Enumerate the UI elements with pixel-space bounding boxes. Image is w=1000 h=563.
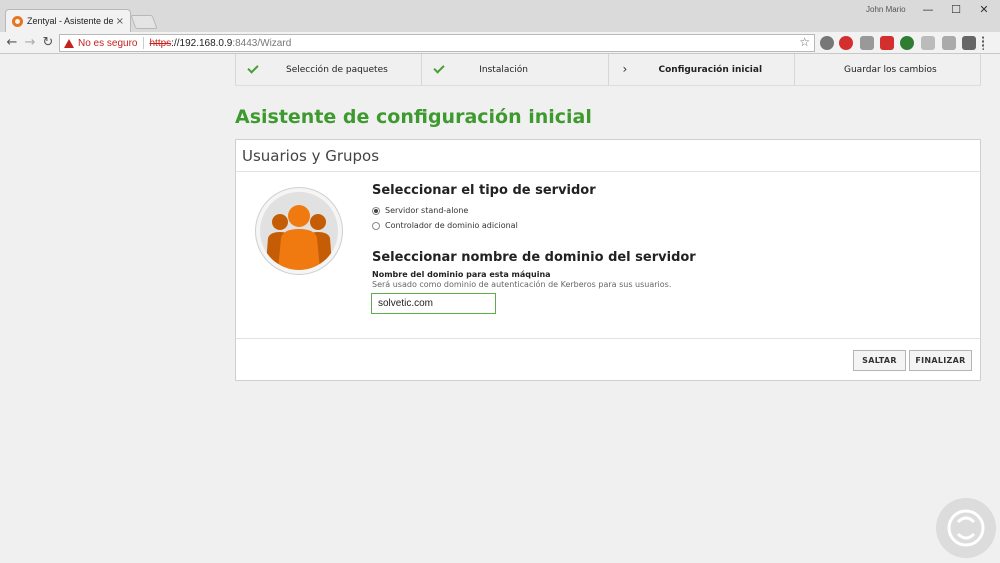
security-status[interactable]: No es seguro — [78, 38, 137, 49]
browser-titlebar: Zentyal - Asistente de co × John Mario —… — [0, 0, 1000, 32]
server-type-title: Seleccionar el tipo de servidor — [372, 183, 596, 198]
browser-tab[interactable]: Zentyal - Asistente de co × — [5, 9, 131, 32]
skip-button[interactable]: SALTAR — [853, 350, 906, 371]
panel-title: Usuarios y Grupos — [236, 140, 980, 172]
reload-icon[interactable]: ↻ — [40, 34, 56, 52]
url-host: ://192.168.0.9 — [171, 37, 233, 49]
step-save-changes: Guardar los cambios — [795, 54, 981, 85]
step-initial-configuration: › Configuración inicial — [609, 54, 795, 85]
radio-label: Controlador de dominio adicional — [385, 221, 518, 230]
extension-icon[interactable] — [921, 36, 935, 50]
extension-icon[interactable] — [880, 36, 894, 50]
domain-name-title: Seleccionar nombre de dominio del servid… — [372, 250, 696, 265]
user-group-icon — [256, 188, 342, 274]
check-icon — [248, 63, 258, 73]
extension-icon[interactable] — [900, 36, 914, 50]
domain-field-label: Nombre del dominio para esta máquina — [372, 270, 551, 279]
minimize-icon[interactable]: — — [918, 2, 938, 18]
tab-close-icon[interactable]: × — [116, 16, 124, 27]
panel-divider — [236, 338, 980, 339]
address-separator — [143, 37, 145, 49]
extension-icon[interactable] — [820, 36, 834, 50]
menu-icon[interactable] — [982, 36, 986, 50]
url-protocol: https — [149, 37, 172, 49]
finish-button[interactable]: FINALIZAR — [909, 350, 972, 371]
page-title: Asistente de configuración inicial — [235, 106, 592, 128]
radio-button[interactable] — [372, 221, 380, 230]
step-label: Configuración inicial — [658, 64, 763, 75]
server-type-option-additional-dc[interactable]: Controlador de dominio adicional — [372, 221, 518, 230]
tab-title: Zentyal - Asistente de co — [27, 16, 113, 26]
extension-icon[interactable] — [962, 36, 976, 50]
step-label: Selección de paquetes — [286, 64, 388, 75]
extension-icon[interactable] — [860, 36, 874, 50]
back-icon[interactable]: ← — [4, 34, 20, 52]
users-groups-panel: Usuarios y Grupos Seleccionar el tipo de… — [235, 139, 981, 381]
step-package-selection: Selección de paquetes — [235, 54, 423, 85]
solvetic-logo — [936, 498, 996, 558]
domain-name-input[interactable] — [371, 293, 496, 314]
new-tab-button[interactable] — [130, 15, 158, 29]
address-bar[interactable]: No es seguro https ://192.168.0.9 :8443/… — [59, 34, 815, 52]
radio-button[interactable] — [372, 206, 380, 215]
check-icon — [434, 63, 444, 73]
domain-field-help: Será usado como dominio de autenticación… — [372, 280, 672, 289]
extension-icon[interactable] — [942, 36, 956, 50]
step-label: Instalación — [479, 64, 529, 75]
chevron-right-icon: › — [622, 62, 628, 76]
server-type-option-standalone[interactable]: Servidor stand-alone — [372, 206, 468, 215]
url-path: :8443/Wizard — [232, 37, 292, 49]
close-window-icon[interactable]: ✕ — [974, 2, 994, 18]
browser-user-name[interactable]: John Mario — [866, 5, 906, 14]
browser-toolbar: ← → ↻ No es seguro https ://192.168.0.9 … — [0, 32, 1000, 54]
step-label: Guardar los cambios — [844, 64, 937, 75]
adblock-icon[interactable] — [839, 36, 853, 50]
forward-icon[interactable]: → — [22, 34, 38, 52]
wizard-steps: Selección de paquetes Instalación › Conf… — [235, 54, 981, 86]
radio-label: Servidor stand-alone — [385, 206, 469, 215]
maximize-icon[interactable]: ☐ — [946, 2, 966, 18]
warning-icon — [64, 38, 74, 48]
step-installation: Instalación — [422, 54, 609, 85]
bookmark-star-icon[interactable]: ☆ — [799, 35, 810, 49]
zentyal-favicon-icon — [12, 15, 23, 27]
